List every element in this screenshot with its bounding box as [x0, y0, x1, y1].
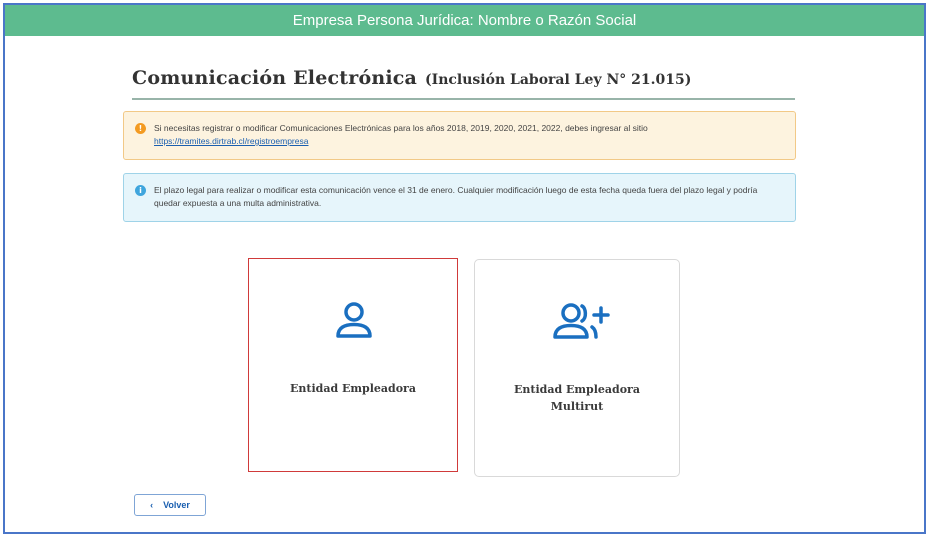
- info-alert-text: El plazo legal para realizar o modificar…: [154, 185, 758, 208]
- back-button[interactable]: ‹ Volver: [134, 494, 206, 516]
- chevron-left-icon: ‹: [150, 500, 154, 510]
- user-icon: [336, 302, 372, 338]
- registro-empresa-link[interactable]: https://tramites.dirtrab.cl/registroempr…: [154, 136, 308, 146]
- option-label: Entidad Empleadora: [290, 382, 416, 395]
- page-subtitle: (Inclusión Laboral Ley N° 21.015): [425, 72, 692, 88]
- company-header: Empresa Persona Jurídica: Nombre o Razón…: [5, 5, 924, 36]
- option-label: Entidad Empleadora Multirut: [514, 383, 640, 413]
- option-card-entidad-empleadora[interactable]: Entidad Empleadora: [248, 258, 458, 472]
- page-title-row: Comunicación Electrónica (Inclusión Labo…: [132, 67, 795, 100]
- warning-alert: ! Si necesitas registrar o modificar Com…: [123, 111, 796, 160]
- company-title: Empresa Persona Jurídica: Nombre o Razón…: [292, 12, 637, 29]
- warning-alert-text: Si necesitas registrar o modificar Comun…: [154, 123, 648, 133]
- app-frame: Empresa Persona Jurídica: Nombre o Razón…: [3, 3, 926, 534]
- page-title: Comunicación Electrónica: [132, 67, 418, 89]
- back-button-label: Volver: [163, 500, 190, 510]
- info-alert: i El plazo legal para realizar o modific…: [123, 173, 796, 222]
- exclamation-icon: !: [135, 123, 146, 134]
- option-card-entidad-empleadora-multirut[interactable]: Entidad Empleadora Multirut: [474, 259, 680, 477]
- users-plus-icon: [553, 303, 610, 339]
- info-icon: i: [135, 185, 146, 196]
